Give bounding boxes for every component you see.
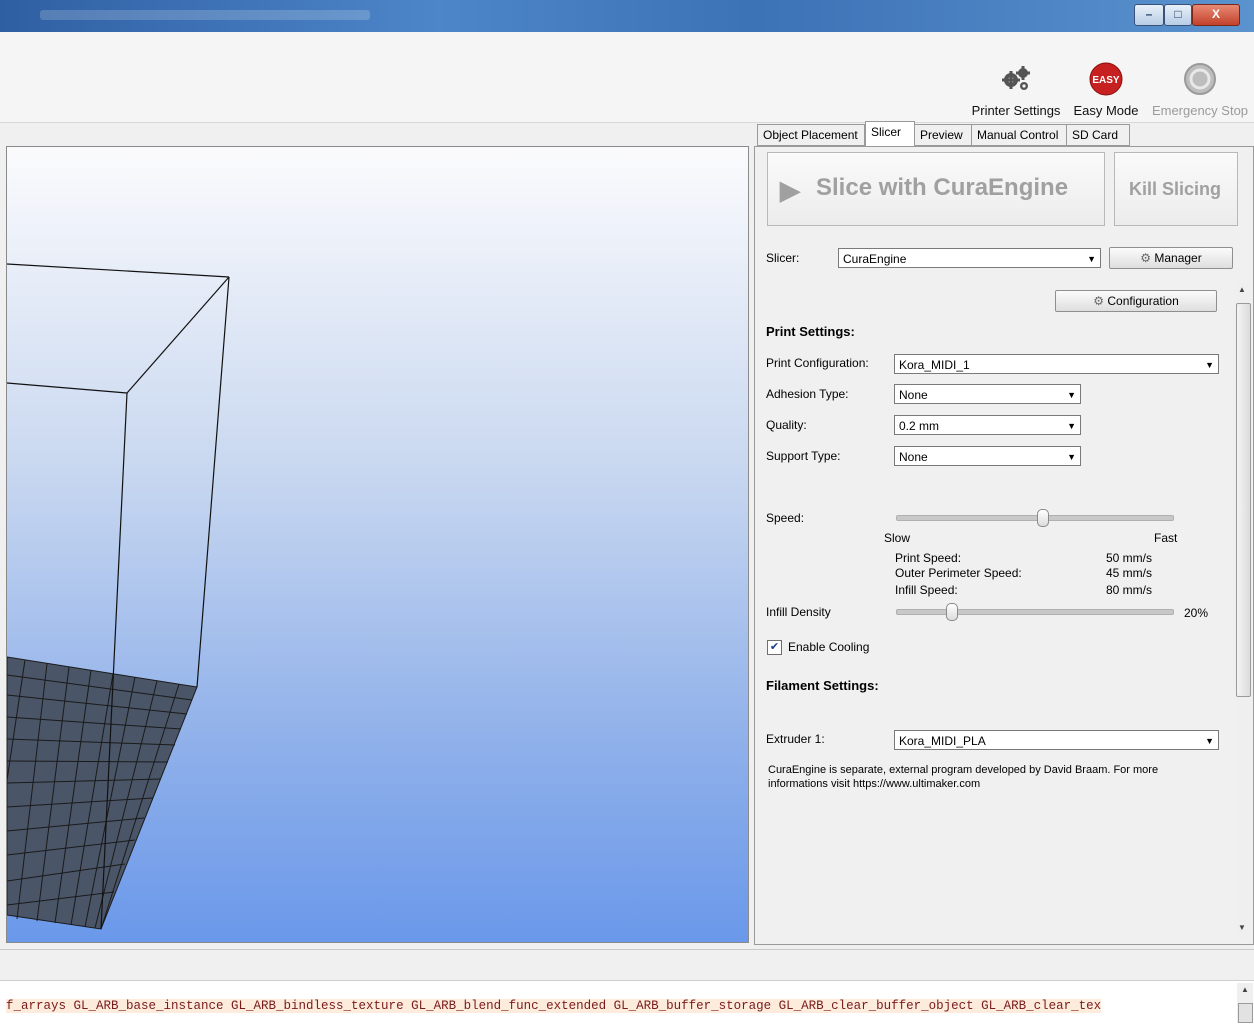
enable-cooling-label: Enable Cooling [788, 640, 870, 654]
status-bar [0, 949, 1254, 980]
chevron-down-icon: ▼ [1067, 421, 1076, 431]
scroll-up-icon[interactable]: ▲ [1241, 985, 1249, 994]
kill-slicing-label: Kill Slicing [1129, 179, 1222, 199]
manager-button[interactable]: ⚙ Manager [1109, 247, 1233, 269]
support-type-label: Support Type: [766, 449, 841, 463]
infill-speed-value: 80 mm/s [1106, 583, 1153, 597]
emergency-stop-icon [1184, 63, 1216, 95]
3d-viewport[interactable] [6, 146, 749, 943]
chevron-down-icon: ▼ [1067, 452, 1076, 462]
infill-density-slider-thumb[interactable] [946, 603, 959, 621]
print-settings-header: Print Settings: [766, 324, 855, 339]
gears-icon [1002, 66, 1030, 90]
infill-density-slider-track[interactable] [896, 609, 1174, 615]
log-scrollbar-thumb[interactable] [1238, 1003, 1253, 1023]
gear-icon: ⚙ [1093, 294, 1105, 308]
scrollbar-thumb[interactable] [1236, 303, 1251, 697]
print-configuration-select[interactable]: Kora_MIDI_1 ▼ [894, 354, 1219, 374]
quality-value: 0.2 mm [899, 419, 940, 433]
easy-mode-button[interactable]: EASY Easy Mode [1070, 62, 1142, 118]
gears-icon: ⚙ [1140, 251, 1152, 265]
extruder-1-label: Extruder 1: [766, 732, 825, 746]
emergency-stop-button[interactable]: Emergency Stop [1148, 62, 1252, 118]
chevron-down-icon: ▼ [1087, 254, 1096, 264]
chevron-down-icon: ▼ [1205, 360, 1214, 370]
log-scrollbar[interactable]: ▲ [1237, 983, 1253, 1023]
manager-label: Manager [1154, 251, 1202, 265]
configuration-label: Configuration [1107, 294, 1179, 308]
extruder-1-value: Kora_MIDI_PLA [899, 734, 986, 748]
scroll-down-icon[interactable]: ▼ [1238, 923, 1246, 932]
slicer-select-value: CuraEngine [843, 252, 907, 266]
kill-slicing-button[interactable]: Kill Slicing [1114, 152, 1238, 226]
build-plate-grid [7, 656, 198, 930]
outer-perimeter-speed-label: Outer Perimeter Speed: [895, 566, 1022, 580]
title-bar: – □ X [0, 0, 1254, 32]
slicer-panel: ▶ Slice with CuraEngine Kill Slicing Sli… [754, 146, 1254, 945]
tab-object-placement[interactable]: Object Placement [757, 124, 865, 146]
outer-perimeter-speed-value: 45 mm/s [1106, 566, 1153, 580]
slow-label: Slow [884, 531, 911, 545]
speed-slider-track[interactable] [896, 515, 1174, 521]
printer-settings-label: Printer Settings [971, 103, 1061, 118]
infill-speed-label: Infill Speed: [895, 583, 958, 597]
slicer-label: Slicer: [766, 251, 800, 265]
adhesion-type-value: None [899, 388, 928, 402]
extruder-1-select[interactable]: Kora_MIDI_PLA ▼ [894, 730, 1219, 750]
close-button[interactable]: X [1192, 4, 1240, 26]
panel-scrollbar[interactable]: ▲ ▼ [1235, 283, 1251, 938]
emergency-stop-label: Emergency Stop [1151, 103, 1249, 118]
quality-select[interactable]: 0.2 mm ▼ [894, 415, 1081, 435]
support-type-value: None [899, 450, 928, 464]
scroll-up-icon[interactable]: ▲ [1238, 285, 1246, 294]
log-line: f_arrays GL_ARB_base_instance GL_ARB_bin… [6, 999, 1102, 1013]
play-icon: ▶ [780, 175, 800, 205]
tab-slicer[interactable]: Slicer [865, 121, 915, 147]
curaengine-info-text: CuraEngine is separate, external program… [768, 764, 1159, 790]
easy-mode-label: Easy Mode [1073, 103, 1139, 118]
easy-mode-icon: EASY [1089, 62, 1123, 96]
chevron-down-icon: ▼ [1205, 736, 1214, 746]
maximize-button[interactable]: □ [1164, 4, 1192, 26]
print-speed-value: 50 mm/s [1106, 551, 1153, 565]
printer-settings-button[interactable]: Printer Settings [968, 62, 1064, 118]
tab-manual-control[interactable]: Manual Control [971, 124, 1067, 146]
log-panel[interactable]: f_arrays GL_ARB_base_instance GL_ARB_bin… [0, 980, 1254, 1025]
toolbar: Printer Settings EASY Easy Mode Emergenc… [0, 32, 1254, 123]
minimize-button[interactable]: – [1134, 4, 1164, 26]
print-speed-label: Print Speed: [895, 551, 962, 565]
easy-badge-text: EASY [1092, 75, 1120, 86]
slicer-select[interactable]: CuraEngine ▼ [838, 248, 1101, 268]
tab-sd-card[interactable]: SD Card [1066, 124, 1130, 146]
slice-button-label: Slice with CuraEngine [816, 174, 1069, 201]
configuration-button[interactable]: ⚙ Configuration [1055, 290, 1217, 312]
tab-preview[interactable]: Preview [914, 124, 972, 146]
print-volume-drawing [7, 263, 230, 930]
print-configuration-label: Print Configuration: [766, 356, 869, 370]
window-title-blurred [40, 10, 370, 20]
speed-slider-thumb[interactable] [1037, 509, 1050, 527]
chevron-down-icon: ▼ [1067, 390, 1076, 400]
filament-settings-header: Filament Settings: [766, 678, 879, 693]
adhesion-type-label: Adhesion Type: [766, 387, 849, 401]
infill-density-label: Infill Density [766, 605, 831, 619]
support-type-select[interactable]: None ▼ [894, 446, 1081, 466]
quality-label: Quality: [766, 418, 807, 432]
print-configuration-value: Kora_MIDI_1 [899, 358, 970, 372]
adhesion-type-select[interactable]: None ▼ [894, 384, 1081, 404]
slice-with-curaengine-button[interactable]: ▶ Slice with CuraEngine [767, 152, 1105, 226]
checkmark-icon: ✔ [769, 641, 780, 653]
enable-cooling-checkbox[interactable]: ✔ [767, 640, 782, 655]
infill-density-value: 20% [1184, 606, 1209, 620]
fast-label: Fast [1154, 531, 1178, 545]
speed-label: Speed: [766, 511, 805, 525]
